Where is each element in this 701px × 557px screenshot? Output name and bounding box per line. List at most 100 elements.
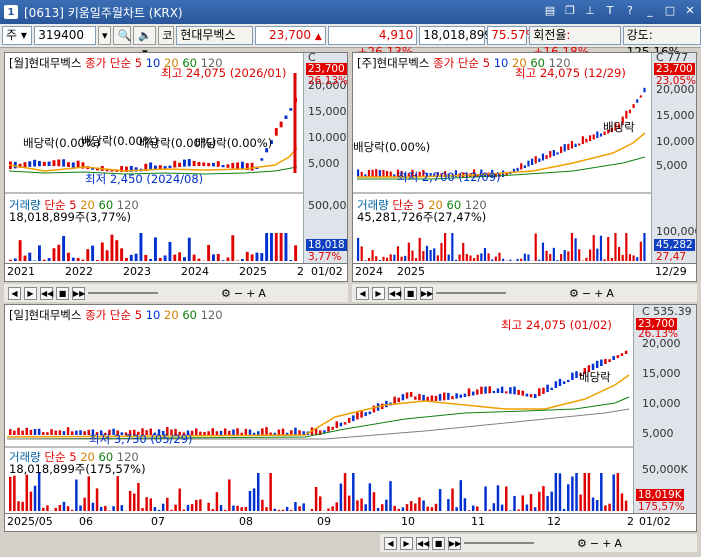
volume-bar — [57, 244, 61, 261]
volume-bar — [290, 509, 293, 511]
search-icon[interactable]: 🔍 — [113, 26, 132, 45]
minimize-icon[interactable]: _ — [643, 4, 657, 18]
volume-bar — [356, 500, 359, 511]
zoom-slider[interactable] — [436, 292, 506, 294]
font-size-icon[interactable]: A — [258, 287, 266, 300]
candle — [567, 379, 570, 382]
monthly-pct-tag: 26.13% — [308, 75, 348, 87]
scroll-left-icon[interactable]: ◀◀ — [388, 286, 401, 300]
volume-bar — [137, 483, 140, 511]
volume-bar — [298, 506, 301, 511]
monthly-high-note: 최고 24,075 (2026/01) — [161, 66, 287, 80]
candle — [187, 159, 191, 167]
zoom-out-icon[interactable]: − — [582, 287, 591, 300]
volume-bar — [157, 509, 161, 511]
zoom-slider[interactable] — [88, 292, 158, 294]
maximize-icon[interactable]: □ — [663, 4, 677, 18]
first-icon[interactable]: ◀ — [8, 286, 21, 300]
prev-icon[interactable]: ▶ — [372, 286, 385, 300]
volume-bar — [273, 508, 277, 511]
volume-bar — [455, 507, 458, 511]
volume-bar — [625, 233, 628, 261]
weekly-pct-tag: 23,05% — [656, 75, 697, 87]
candle — [628, 109, 632, 114]
speaker-icon[interactable]: 🔈▾ — [133, 26, 157, 59]
candle — [509, 387, 512, 394]
volume-bar — [116, 476, 119, 511]
first-icon[interactable]: ◀ — [384, 536, 397, 550]
volume-bar — [549, 254, 552, 261]
candle — [596, 131, 599, 138]
volume-bar — [216, 254, 220, 261]
volume-bar — [545, 250, 548, 261]
volume-bar — [186, 504, 190, 511]
market-select[interactable]: 주 ▾ — [2, 26, 33, 45]
code-dropdown-button[interactable]: ▾ — [97, 26, 112, 45]
font-size-icon[interactable]: A — [614, 537, 622, 550]
stop-icon[interactable]: ■ — [432, 536, 445, 550]
volume-bar — [120, 248, 124, 261]
volume-bar — [33, 485, 37, 511]
volume-bar — [440, 243, 443, 261]
volume-bar — [608, 503, 611, 511]
font-icon[interactable]: T — [603, 4, 617, 18]
page-icon[interactable]: ▤ — [543, 4, 557, 18]
first-icon[interactable]: ◀ — [356, 286, 369, 300]
zoom-in-icon[interactable]: + — [602, 537, 611, 550]
pin-icon[interactable]: ⊥ — [583, 4, 597, 18]
candle — [367, 169, 371, 177]
monthly-price-chart[interactable]: [월]현대무벡스 종가 단순 5 10 20 60 120 최고 24,075 … — [4, 52, 348, 264]
candle — [430, 395, 434, 401]
weekly-price-chart[interactable]: [주]현대무벡스 종가 단순 5 10 20 60 120 최고 24,075 … — [352, 52, 697, 264]
volume-bar — [491, 259, 494, 261]
scroll-left-icon[interactable]: ◀◀ — [40, 286, 53, 300]
stop-icon[interactable]: ■ — [404, 286, 417, 300]
close-icon[interactable]: ✕ — [683, 4, 697, 18]
volume-bar — [37, 473, 41, 511]
candle — [581, 136, 584, 144]
scroll-left-icon[interactable]: ◀◀ — [416, 536, 429, 550]
volume-bar — [38, 245, 41, 261]
copy-icon[interactable]: ❐ — [563, 4, 577, 18]
zoom-out-icon[interactable]: − — [590, 537, 599, 550]
zoom-in-icon[interactable]: + — [246, 287, 255, 300]
volume-bar — [110, 234, 114, 261]
settings-icon[interactable]: ⚙ — [569, 287, 579, 300]
prev-icon[interactable]: ▶ — [24, 286, 37, 300]
volume-bar — [389, 254, 392, 261]
candle — [500, 386, 504, 394]
help-icon[interactable]: ? — [623, 4, 637, 18]
candle — [183, 159, 186, 167]
volume-bar — [100, 242, 104, 261]
candle — [37, 428, 41, 435]
code-input[interactable]: 319400 — [34, 26, 96, 45]
candle — [625, 110, 628, 119]
settings-icon[interactable]: ⚙ — [577, 537, 587, 550]
candle — [284, 115, 288, 119]
zoom-out-icon[interactable]: − — [234, 287, 243, 300]
volume-bar — [469, 255, 472, 261]
fast-forward-icon[interactable]: ▶▶ — [72, 286, 85, 300]
volume-bar — [429, 250, 432, 261]
volume-bar — [371, 250, 374, 261]
volume-bar — [396, 246, 400, 261]
daily-price-chart[interactable]: [일]현대무벡스 종가 단순 5 10 20 60 120 최고 24,075 … — [4, 304, 697, 514]
zoom-in-icon[interactable]: + — [594, 287, 603, 300]
volume-bar — [426, 506, 429, 511]
volume-bar — [376, 508, 380, 511]
volume-bar — [418, 237, 421, 261]
volume-bar — [154, 237, 157, 261]
zoom-slider[interactable] — [464, 542, 534, 544]
fast-forward-icon[interactable]: ▶▶ — [420, 286, 433, 300]
volume-bar — [120, 505, 124, 511]
volume-bar — [133, 493, 136, 511]
volume-bar — [360, 498, 363, 511]
font-size-icon[interactable]: A — [606, 287, 614, 300]
stop-icon[interactable]: ■ — [56, 286, 69, 300]
prev-icon[interactable]: ▶ — [400, 536, 413, 550]
volume-bar — [414, 503, 417, 511]
settings-icon[interactable]: ⚙ — [221, 287, 231, 300]
candle — [574, 143, 577, 147]
candle — [277, 429, 281, 435]
fast-forward-icon[interactable]: ▶▶ — [448, 536, 461, 550]
